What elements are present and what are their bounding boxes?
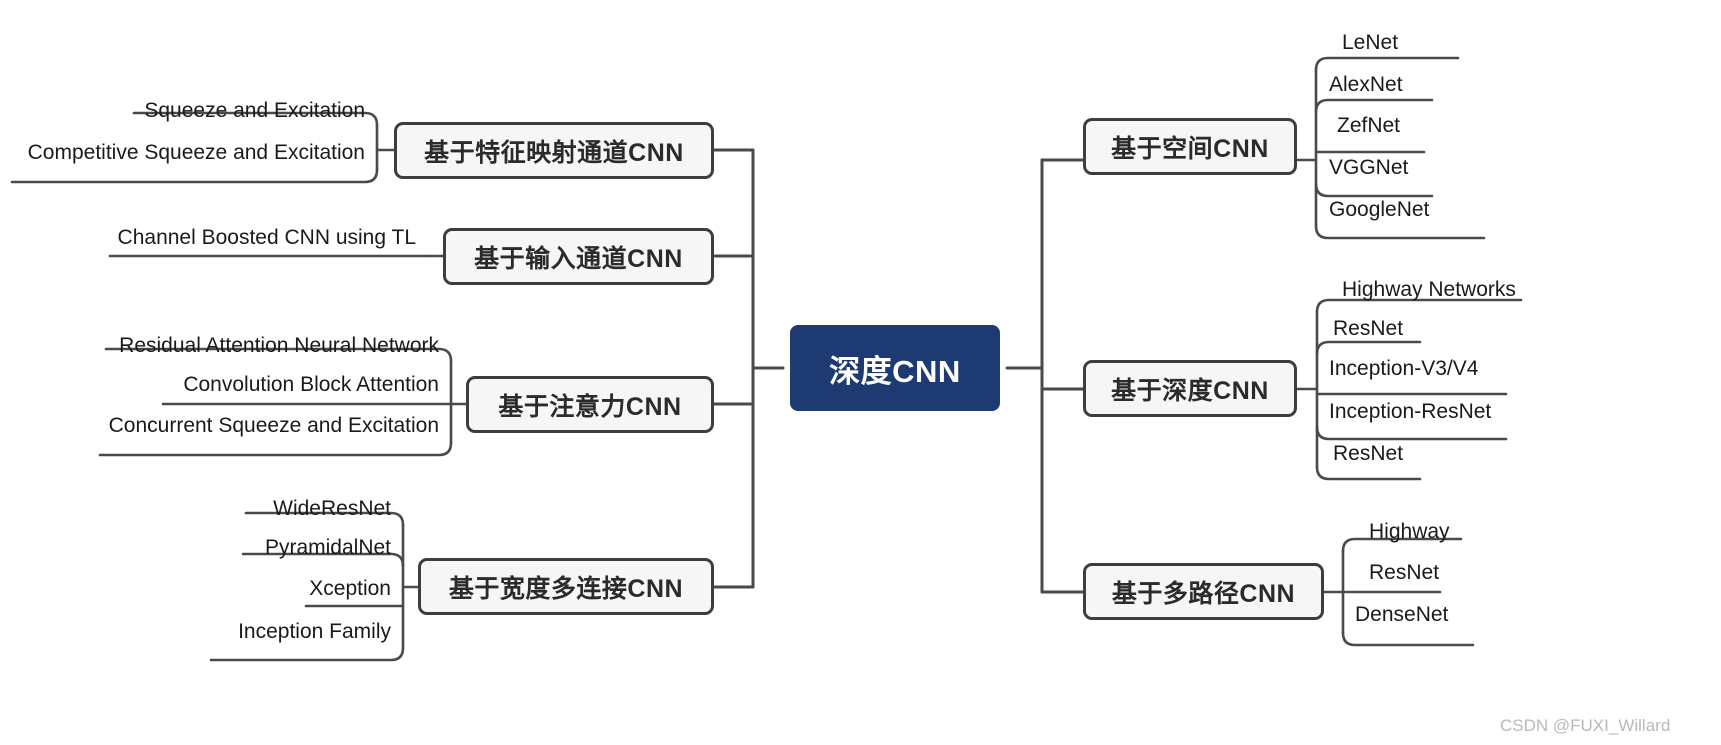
r1-leaf0-rule bbox=[1315, 298, 1523, 314]
mindmap-canvas: 深度CNN 基于特征映射通道CNN 基于输入通道CNN 基于注意力CNN 基于宽… bbox=[0, 0, 1721, 745]
branch-label: 基于注意力CNN bbox=[498, 392, 682, 421]
branch-node-multipath[interactable]: 基于多路径CNN bbox=[1083, 563, 1324, 620]
branch-label: 基于特征映射通道CNN bbox=[424, 138, 684, 167]
branch-node-width-multiconnection[interactable]: 基于宽度多连接CNN bbox=[418, 558, 714, 615]
r0-leaf1-rule bbox=[1314, 98, 1434, 114]
r1-leaf4-rule bbox=[1315, 465, 1422, 481]
r0-leaf0-rule bbox=[1314, 56, 1460, 72]
leaf-item[interactable]: Competitive Squeeze and Excitation bbox=[12, 142, 365, 163]
leaf-item[interactable]: ResNet bbox=[1333, 443, 1403, 464]
leaf-item[interactable]: ResNet bbox=[1369, 562, 1439, 583]
l2-leaf2-rule bbox=[98, 441, 453, 457]
leaf-item[interactable]: GoogleNet bbox=[1329, 199, 1429, 220]
branch-node-feature-map-channel[interactable]: 基于特征映射通道CNN bbox=[394, 122, 714, 179]
leaf-item[interactable]: AlexNet bbox=[1329, 74, 1403, 95]
r1-leaf1-rule bbox=[1315, 340, 1422, 356]
branch-label: 基于输入通道CNN bbox=[474, 244, 683, 273]
leaf-item[interactable]: Xception bbox=[206, 578, 391, 599]
leaf-item[interactable]: DenseNet bbox=[1355, 604, 1448, 625]
leaf-item[interactable]: Convolution Block Attention bbox=[163, 374, 439, 395]
leaf-item[interactable]: LeNet bbox=[1342, 32, 1398, 53]
leaf-item[interactable]: PyramidalNet bbox=[243, 537, 391, 558]
branch-node-spatial[interactable]: 基于空间CNN bbox=[1083, 118, 1297, 175]
r0-leaf4-rule bbox=[1314, 224, 1486, 240]
watermark: CSDN @FUXI_Willard bbox=[1500, 716, 1671, 735]
root-node[interactable]: 深度CNN bbox=[790, 325, 1000, 411]
branch-label: 基于空间CNN bbox=[1111, 134, 1269, 163]
branch-node-attention[interactable]: 基于注意力CNN bbox=[466, 376, 714, 433]
l0-leaf1-rule bbox=[10, 168, 379, 184]
r1-leaf3-rule bbox=[1315, 425, 1508, 441]
leaf-item[interactable]: Channel Boosted CNN using TL bbox=[110, 227, 416, 248]
branch-label: 基于宽度多连接CNN bbox=[448, 574, 684, 603]
leaf-item[interactable]: Inception-ResNet bbox=[1329, 401, 1491, 422]
root-node-label: 深度CNN bbox=[829, 353, 961, 389]
leaf-item[interactable]: WideResNet bbox=[246, 498, 391, 519]
leaf-item[interactable]: Squeeze and Excitation bbox=[134, 100, 365, 121]
leaf-item[interactable]: ResNet bbox=[1333, 318, 1403, 339]
leaf-item[interactable]: Concurrent Squeeze and Excitation bbox=[100, 415, 439, 436]
r0-leaf3-rule bbox=[1314, 182, 1434, 198]
branch-node-depth[interactable]: 基于深度CNN bbox=[1083, 360, 1297, 417]
l3-leaf3-rule bbox=[209, 646, 405, 662]
leaf-item[interactable]: ZefNet bbox=[1337, 115, 1400, 136]
leaf-item[interactable]: VGGNet bbox=[1329, 157, 1408, 178]
leaf-item[interactable]: Inception Family bbox=[211, 621, 391, 642]
branch-label: 基于多路径CNN bbox=[1111, 579, 1296, 608]
r2-leaf2-rule bbox=[1341, 631, 1475, 647]
leaf-item[interactable]: Residual Attention Neural Network bbox=[106, 335, 439, 356]
branch-label: 基于深度CNN bbox=[1111, 376, 1269, 405]
leaf-item[interactable]: Highway bbox=[1369, 521, 1450, 542]
branch-node-input-channel[interactable]: 基于输入通道CNN bbox=[443, 228, 714, 285]
leaf-item[interactable]: Highway Networks bbox=[1342, 279, 1516, 300]
leaf-item[interactable]: Inception-V3/V4 bbox=[1329, 358, 1478, 379]
